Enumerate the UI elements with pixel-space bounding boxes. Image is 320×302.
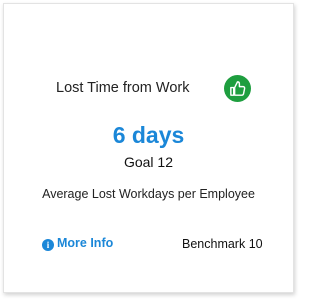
more-info-link[interactable]: i More Info: [42, 236, 113, 251]
kpi-goal: Goal 12: [123, 154, 174, 170]
thumbs-up-icon: [224, 75, 251, 102]
kpi-description: Average Lost Workdays per Employee: [42, 187, 255, 201]
kpi-metric-value: 6 days: [112, 122, 185, 148]
kpi-benchmark: Benchmark 10: [182, 237, 263, 251]
more-info-label: More Info: [57, 236, 114, 250]
kpi-title: Lost Time from Work: [56, 80, 190, 96]
kpi-card: Lost Time from Work 6 days Goal 12 Avera…: [3, 3, 294, 293]
kpi-title-row: Lost Time from Work: [4, 72, 293, 112]
info-icon: i: [42, 239, 54, 251]
